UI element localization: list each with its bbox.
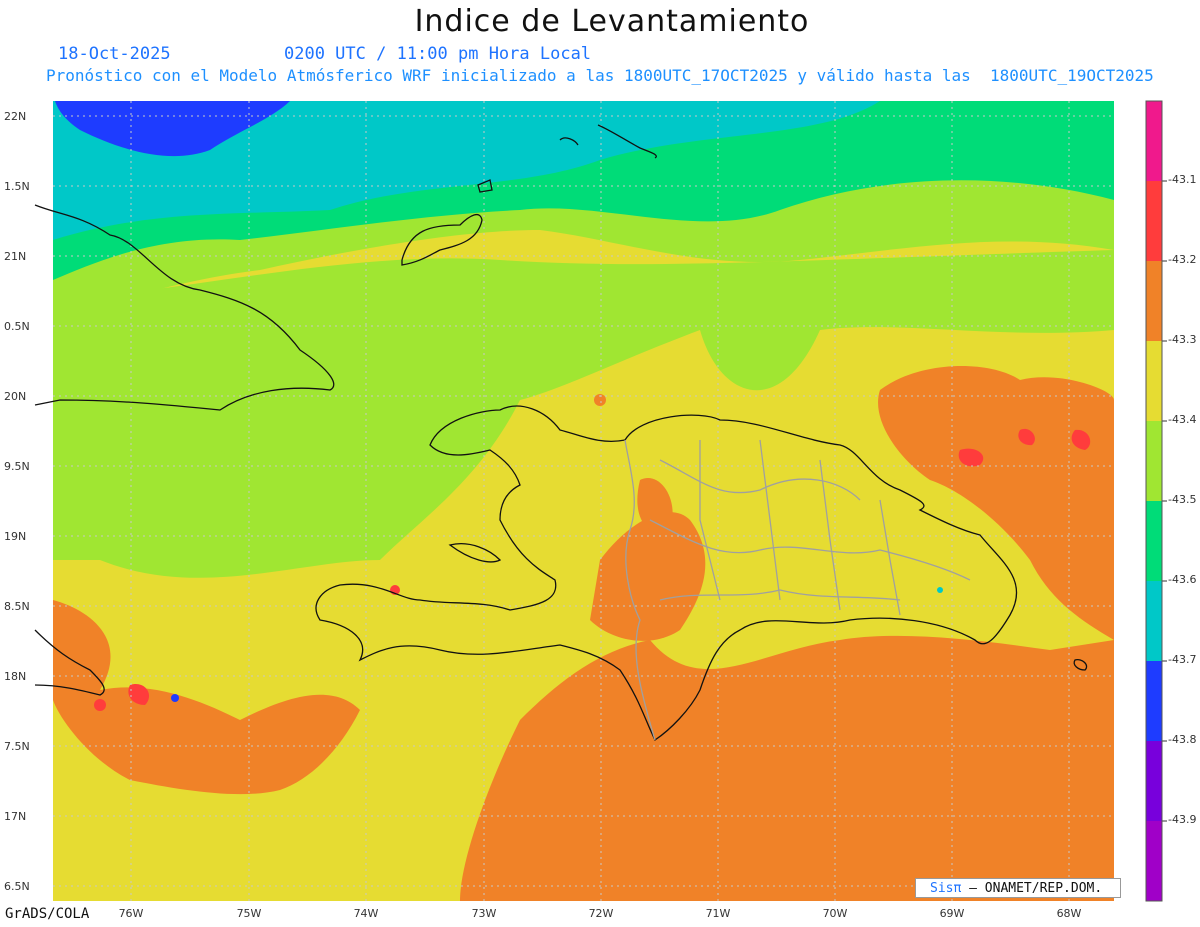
- lon-label: 68W: [1057, 907, 1082, 920]
- grads-footer: GrADS/COLA: [5, 906, 90, 922]
- lat-label: 9.5N: [4, 460, 30, 473]
- colorbar-label: -43.4: [1168, 413, 1196, 426]
- colorbar-segment: [1146, 181, 1162, 261]
- lat-label: 8.5N: [4, 600, 30, 613]
- colorbar-segment: [1146, 261, 1162, 341]
- lat-label: 6.5N: [4, 880, 30, 893]
- colorbar-label: -43.1: [1168, 173, 1196, 186]
- colorbar-segment: [1146, 741, 1162, 821]
- colorbar-label: -43.9: [1168, 813, 1196, 826]
- colorbar-labels: -43.1 -43.2 -43.3 -43.4 -43.5 -43.6 -43.…: [1168, 173, 1196, 826]
- lat-label: 20N: [4, 390, 26, 403]
- lon-label: 69W: [940, 907, 965, 920]
- lon-label: 74W: [354, 907, 379, 920]
- colorbar-label: -43.8: [1168, 733, 1196, 746]
- lifted-index-map: 22N 1.5N 21N 0.5N 20N 9.5N 19N 8.5N 18N …: [4, 100, 1196, 920]
- colorbar-segment: [1146, 421, 1162, 501]
- colorbar-segment: [1146, 821, 1162, 901]
- credit-text: – ONAMET/REP.DOM.: [961, 881, 1103, 896]
- colorbar-label: -43.6: [1168, 573, 1196, 586]
- lon-label: 72W: [589, 907, 614, 920]
- lat-label: 1.5N: [4, 180, 30, 193]
- credit-brand: Sisπ: [930, 881, 962, 896]
- colorbar-label: -43.5: [1168, 493, 1196, 506]
- lat-label: 18N: [4, 670, 26, 683]
- lon-label: 70W: [823, 907, 848, 920]
- colorbar-segment: [1146, 661, 1162, 741]
- lat-label: 0.5N: [4, 320, 30, 333]
- lat-label: 7.5N: [4, 740, 30, 753]
- colorbar-label: -43.3: [1168, 333, 1196, 346]
- lat-label: 22N: [4, 110, 26, 123]
- colorbar-segment: [1146, 581, 1162, 661]
- colorbar-label: -43.7: [1168, 653, 1196, 666]
- lon-label: 71W: [706, 907, 731, 920]
- colorbar: [1145, 100, 1167, 902]
- latitude-labels: 22N 1.5N 21N 0.5N 20N 9.5N 19N 8.5N 18N …: [4, 110, 30, 893]
- lat-label: 17N: [4, 810, 26, 823]
- colorbar-segment: [1146, 101, 1162, 181]
- longitude-labels: 76W 75W 74W 73W 72W 71W 70W 69W 68W: [119, 907, 1082, 920]
- lat-label: 19N: [4, 530, 26, 543]
- lat-label: 21N: [4, 250, 26, 263]
- colorbar-segment: [1146, 501, 1162, 581]
- lifted-index-field: [53, 101, 1114, 901]
- lon-label: 73W: [472, 907, 497, 920]
- lon-label: 76W: [119, 907, 144, 920]
- credit-box: Sisπ – ONAMET/REP.DOM.: [915, 878, 1121, 898]
- colorbar-segment: [1146, 341, 1162, 421]
- colorbar-label: -43.2: [1168, 253, 1196, 266]
- lon-label: 75W: [237, 907, 262, 920]
